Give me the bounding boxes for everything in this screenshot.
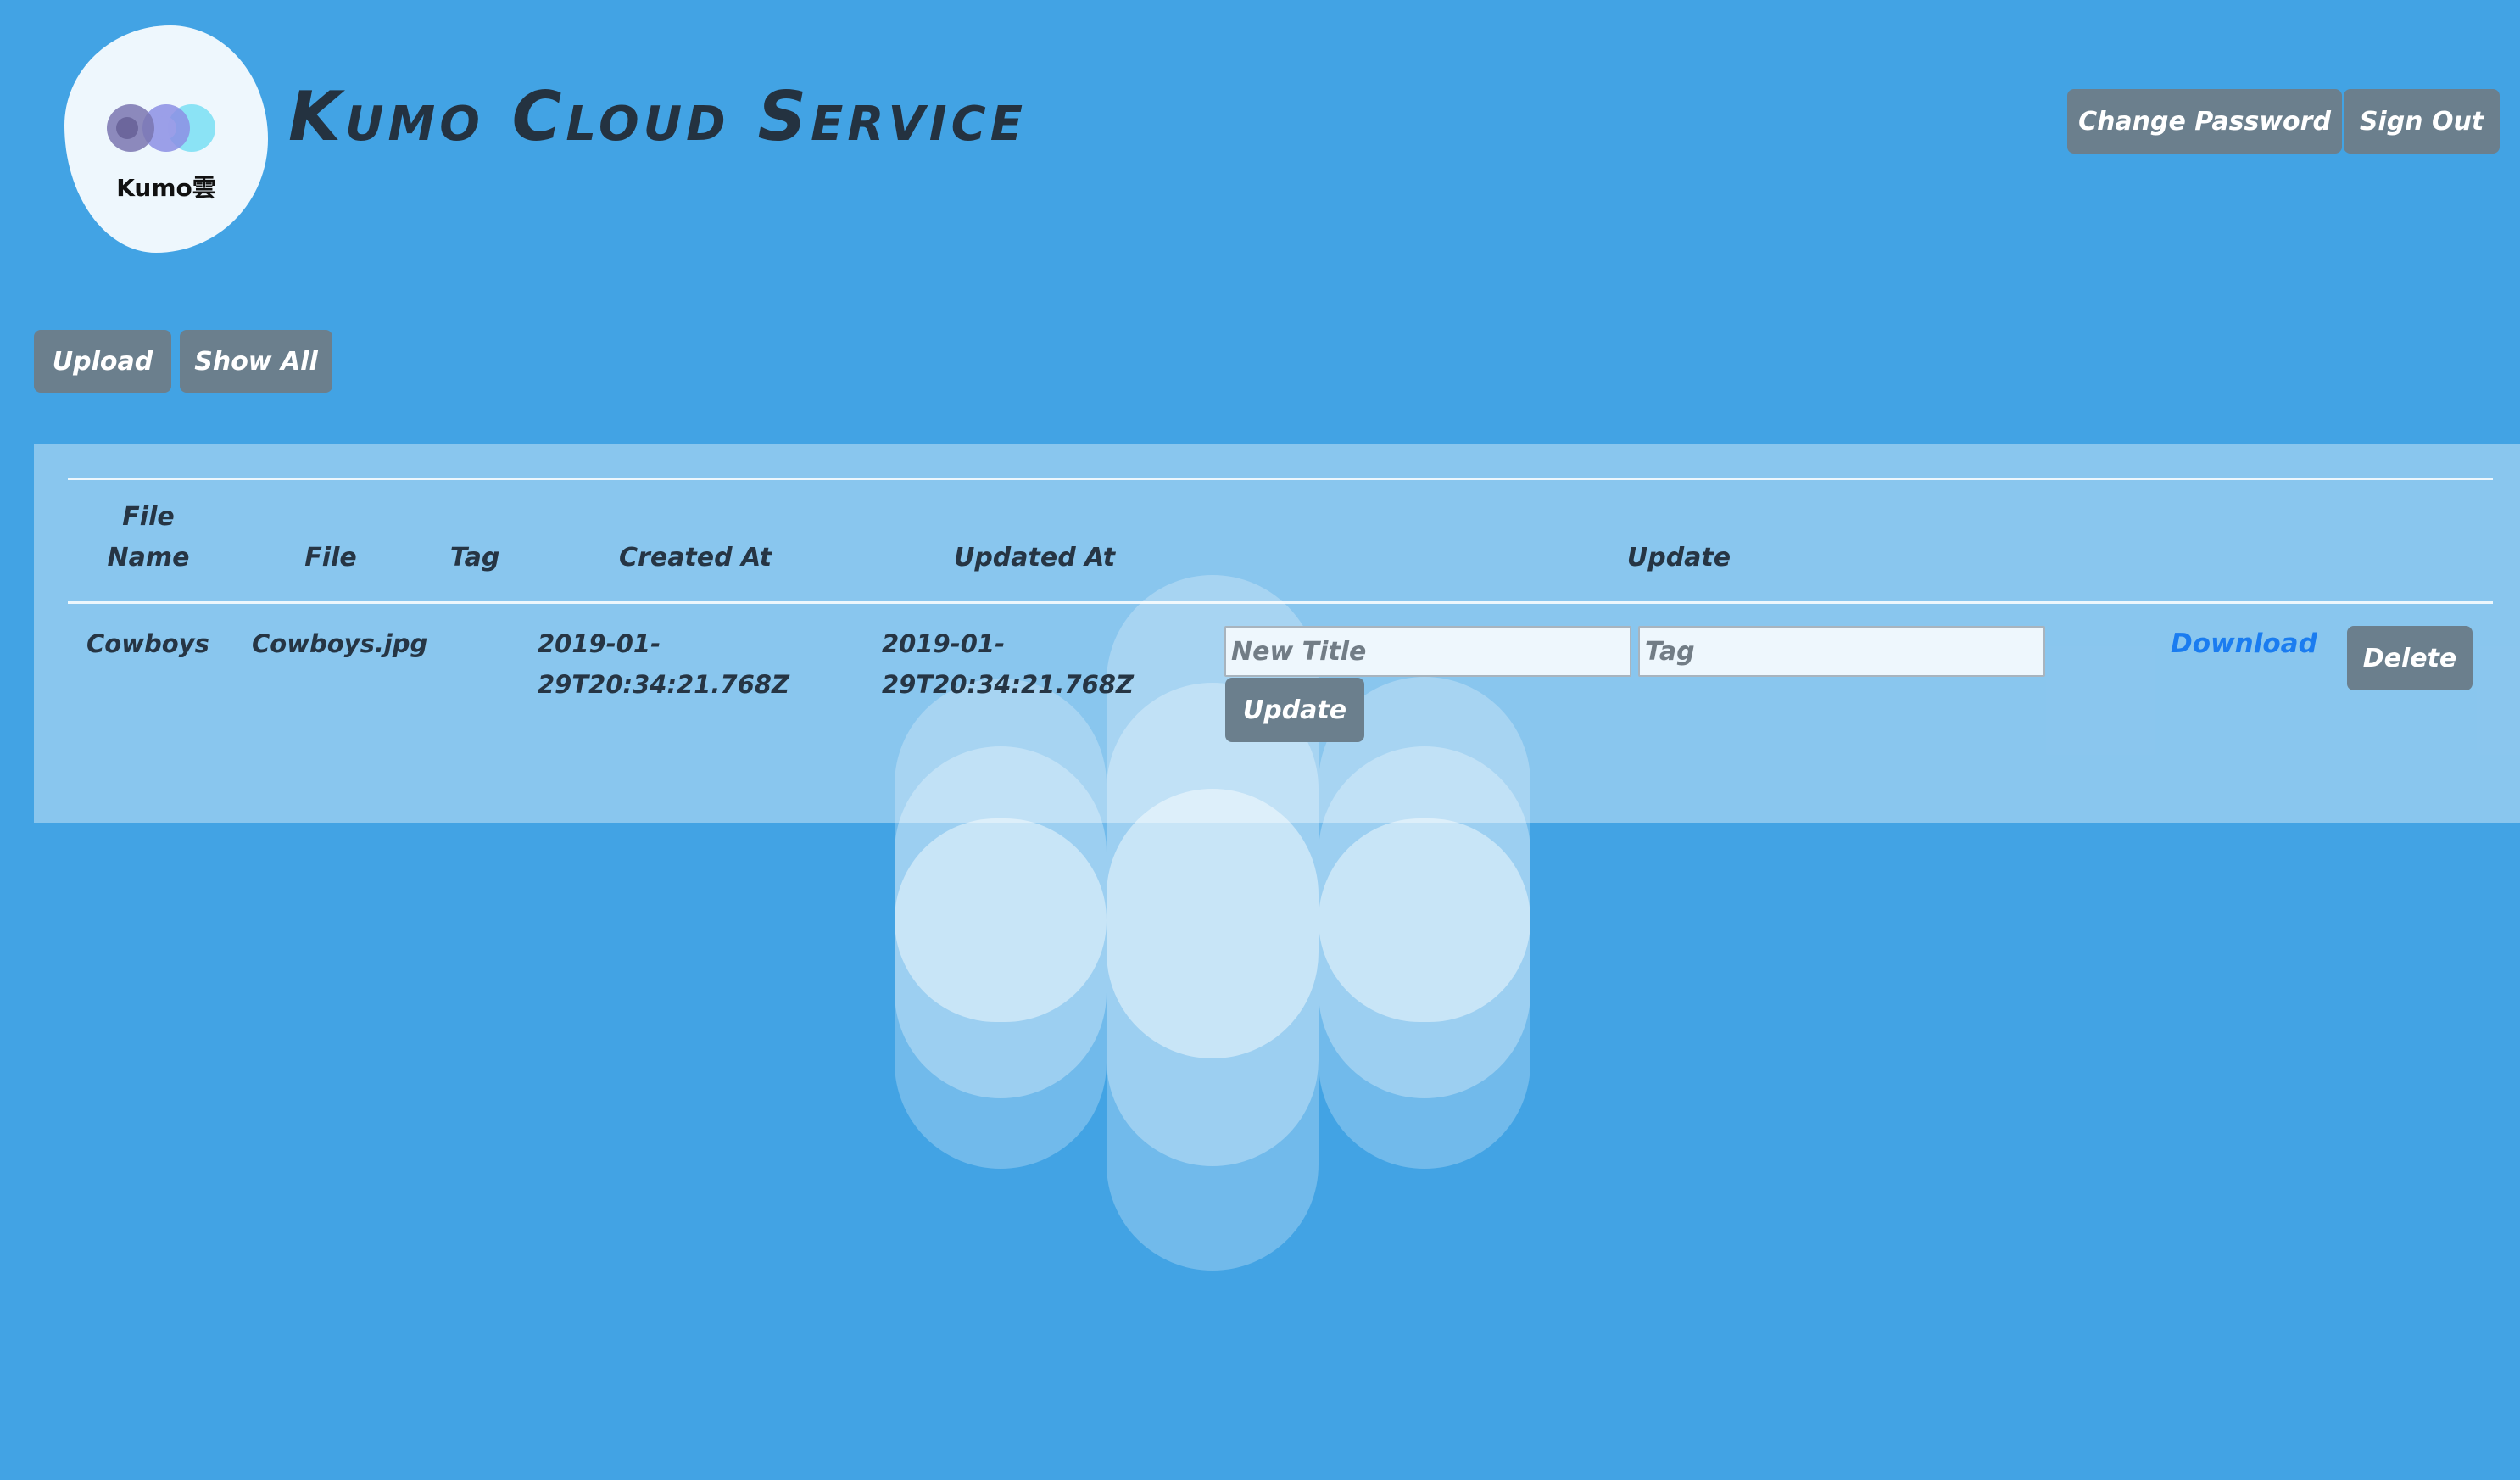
column-header-file: File (304, 543, 357, 572)
cell-file-name: Cowboys (86, 629, 209, 658)
delete-button[interactable]: Delete (2347, 626, 2473, 690)
column-header-tag: Tag (449, 543, 500, 572)
logo-text: Kumo雲 (116, 174, 216, 202)
change-password-button[interactable]: Change Password (2067, 89, 2342, 154)
upload-button[interactable]: Upload (34, 330, 171, 393)
column-header-file-name-line1: File (122, 502, 175, 532)
cell-file: Cowboys.jpg (252, 629, 428, 658)
tag-input[interactable] (1638, 626, 2045, 677)
page-title: Kumo Cloud Service (288, 77, 1027, 156)
update-button[interactable]: Update (1225, 678, 1364, 742)
kumo-logo-icon (107, 104, 215, 152)
table-divider (68, 601, 2493, 604)
show-all-button[interactable]: Show All (180, 330, 332, 393)
column-header-file-name: File Name (93, 497, 203, 578)
column-header-updated-at: Updated At (953, 543, 1116, 572)
download-link[interactable]: Download (2171, 623, 2317, 664)
column-header-update: Update (1626, 543, 1731, 572)
sign-out-button[interactable]: Sign Out (2344, 89, 2500, 154)
cell-created-at: 2019-01-29T20:34:21.768Z (538, 629, 789, 699)
column-header-file-name-line2: Name (107, 543, 190, 572)
new-title-input[interactable] (1224, 626, 1631, 677)
table-divider (68, 478, 2493, 480)
cell-updated-at: 2019-01-29T20:34:21.768Z (882, 629, 1134, 699)
column-header-created-at: Created At (619, 543, 772, 572)
